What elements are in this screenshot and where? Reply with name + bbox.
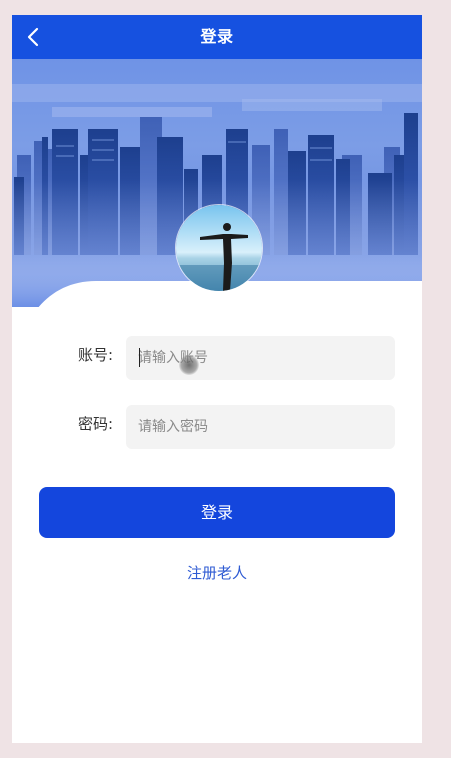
password-label: 密码: — [78, 415, 114, 433]
banner-image — [12, 59, 422, 307]
register-elder-link[interactable]: 注册老人 — [12, 562, 422, 583]
page-title: 登录 — [200, 27, 234, 46]
avatar-photo — [176, 205, 262, 291]
account-input[interactable] — [126, 336, 395, 380]
login-screen: 登录 账号: 请输入账号 密码: 登录 注册老人 — [12, 15, 422, 743]
chevron-left-icon[interactable] — [22, 24, 48, 50]
account-field[interactable] — [126, 336, 395, 380]
login-button[interactable]: 登录 — [39, 487, 395, 538]
account-label: 账号: — [78, 346, 114, 364]
password-input[interactable] — [126, 405, 395, 449]
avatar — [175, 204, 263, 292]
nav-header: 登录 — [12, 15, 422, 59]
password-field[interactable] — [126, 405, 395, 449]
text-caret — [139, 348, 140, 367]
